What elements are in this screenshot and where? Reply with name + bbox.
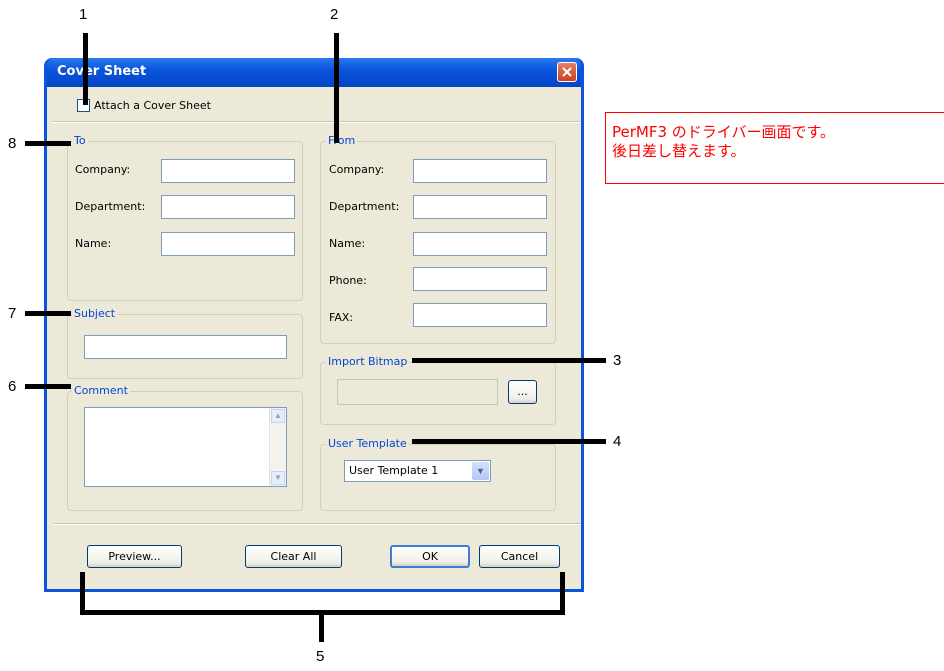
from-name-label: Name: <box>329 237 366 250</box>
import-bitmap-path <box>337 379 498 405</box>
from-phone-input[interactable] <box>413 267 547 291</box>
comment-textarea[interactable]: ▲ ▼ <box>84 407 287 487</box>
callout-5-right-leg <box>560 572 565 614</box>
callout-2-line <box>334 33 339 143</box>
clear-all-button[interactable]: Clear All <box>245 545 342 568</box>
from-company-input[interactable] <box>413 159 547 183</box>
to-legend: To <box>72 134 88 147</box>
comment-legend: Comment <box>72 384 130 397</box>
callout-4-line <box>412 439 606 444</box>
callout-7-line <box>25 311 71 316</box>
callout-3-number: 3 <box>613 352 622 369</box>
note-line-1: PerMF3 のドライバー画面です。 <box>612 123 835 141</box>
scroll-down-arrow-icon[interactable]: ▼ <box>271 471 285 485</box>
callout-3-line <box>412 358 606 363</box>
from-name-input[interactable] <box>413 232 547 256</box>
callout-4-number: 4 <box>613 433 622 450</box>
callout-1-number: 1 <box>79 6 88 23</box>
from-phone-label: Phone: <box>329 274 367 287</box>
callout-5-left-leg <box>80 572 85 614</box>
window-title: Cover Sheet <box>57 64 147 79</box>
bottom-separator <box>53 523 581 525</box>
callout-7-number: 7 <box>8 305 17 322</box>
subject-legend: Subject <box>72 307 118 320</box>
to-department-label: Department: <box>75 200 146 213</box>
attach-checkbox-label: Attach a Cover Sheet <box>94 99 211 112</box>
callout-5-stem <box>319 610 324 642</box>
ok-button[interactable]: OK <box>390 545 470 568</box>
from-legend: From <box>326 134 358 147</box>
callout-6-line <box>25 384 71 389</box>
to-name-label: Name: <box>75 237 112 250</box>
user-template-select[interactable]: User Template 1 ▼ <box>344 460 491 482</box>
scroll-up-arrow-icon[interactable]: ▲ <box>271 409 285 423</box>
callout-1-line <box>83 33 88 105</box>
placeholder-note: PerMF3 のドライバー画面です。 後日差し替えます。 <box>605 112 944 184</box>
from-company-label: Company: <box>329 163 385 176</box>
callout-5-number: 5 <box>316 648 325 665</box>
chevron-down-icon[interactable]: ▼ <box>472 462 489 480</box>
title-bar[interactable]: Cover Sheet <box>47 58 581 87</box>
to-company-label: Company: <box>75 163 131 176</box>
from-department-input[interactable] <box>413 195 547 219</box>
subject-input[interactable] <box>84 335 287 359</box>
import-bitmap-legend: Import Bitmap <box>326 355 410 368</box>
from-fax-input[interactable] <box>413 303 547 327</box>
callout-2-number: 2 <box>330 6 339 23</box>
close-icon <box>562 67 572 77</box>
preview-button[interactable]: Preview... <box>87 545 182 568</box>
cover-sheet-dialog: Cover Sheet Attach a Cover Sheet To Comp… <box>44 58 584 592</box>
from-department-label: Department: <box>329 200 400 213</box>
top-separator <box>53 121 581 123</box>
to-department-input[interactable] <box>161 195 295 219</box>
from-fax-label: FAX: <box>329 311 354 324</box>
cancel-button[interactable]: Cancel <box>479 545 560 568</box>
to-company-input[interactable] <box>161 159 295 183</box>
dialog-client-area: Attach a Cover Sheet To Company: Departm… <box>47 87 581 589</box>
user-template-legend: User Template <box>326 437 409 450</box>
callout-8-line <box>25 141 71 146</box>
browse-bitmap-button[interactable]: ... <box>508 380 537 404</box>
note-line-2: 後日差し替えます。 <box>612 142 746 160</box>
close-button[interactable] <box>557 62 577 82</box>
user-template-selected-value: User Template 1 <box>349 464 439 477</box>
comment-scrollbar[interactable]: ▲ ▼ <box>269 408 286 486</box>
callout-6-number: 6 <box>8 378 17 395</box>
callout-8-number: 8 <box>8 135 17 152</box>
to-name-input[interactable] <box>161 232 295 256</box>
